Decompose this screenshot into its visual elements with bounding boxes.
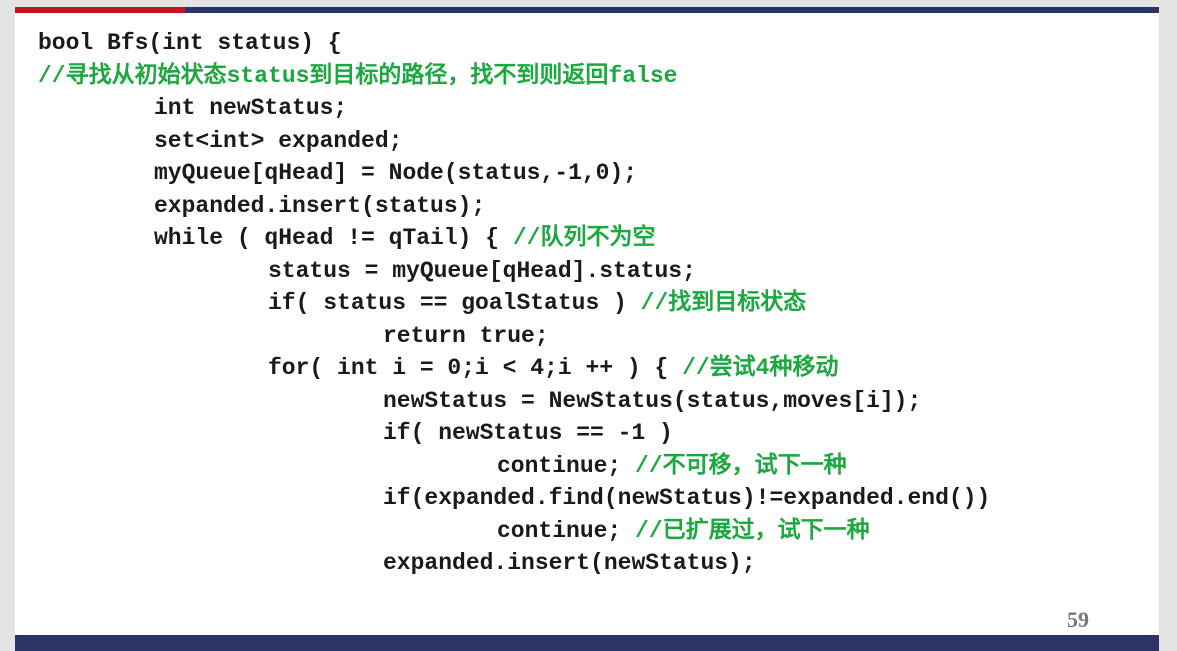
- code-line-16: continue; //已扩展过，试下一种: [38, 515, 990, 548]
- bottom-accent-bar: [15, 635, 1159, 651]
- code-line-15: if(expanded.find(newStatus)!=expanded.en…: [38, 482, 990, 515]
- code-text: status = myQueue[qHead].status;: [268, 257, 696, 284]
- code-line-2: //寻找从初始状态status到目标的路径，找不到则返回false: [38, 60, 990, 93]
- code-text: continue;: [497, 452, 636, 479]
- code-text: if( status == goalStatus ): [268, 290, 641, 316]
- code-text: for( int i = 0;i < 4;i ++ ) {: [268, 355, 683, 381]
- code-line-7: while ( qHead != qTail) { //队列不为空: [38, 222, 990, 255]
- code-line-12: newStatus = NewStatus(status,moves[i]);: [38, 385, 990, 418]
- code-text: myQueue[qHead] = Node(status,-1,0);: [154, 160, 638, 186]
- code-line-6: expanded.insert(status);: [38, 190, 990, 223]
- code-comment: //寻找从初始状态status到目标的路径，找不到则返回false: [38, 62, 678, 89]
- code-text: while ( qHead != qTail) {: [154, 225, 513, 251]
- code-text: bool Bfs(int status) {: [38, 30, 342, 56]
- code-text: expanded.insert(status);: [154, 192, 486, 219]
- code-line-5: myQueue[qHead] = Node(status,-1,0);: [38, 157, 990, 190]
- code-comment: //队列不为空: [512, 225, 656, 251]
- code-line-9: if( status == goalStatus ) //找到目标状态: [38, 287, 990, 320]
- code-text: newStatus = NewStatus(status,moves[i]);: [383, 387, 922, 414]
- code-listing: bool Bfs(int status) { //寻找从初始状态status到目…: [38, 27, 990, 580]
- code-comment: //已扩展过，试下一种: [635, 517, 870, 544]
- code-line-4: set<int> expanded;: [38, 125, 990, 158]
- slide: bool Bfs(int status) { //寻找从初始状态status到目…: [15, 7, 1159, 651]
- code-text: expanded.insert(newStatus);: [383, 550, 756, 576]
- page-number: 59: [1067, 607, 1089, 632]
- code-line-1: bool Bfs(int status) {: [38, 27, 990, 60]
- code-line-10: return true;: [38, 320, 990, 353]
- top-accent-bar-navy: [185, 7, 1159, 13]
- code-comment: //尝试4种移动: [682, 355, 839, 381]
- code-comment: //找到目标状态: [640, 290, 807, 316]
- code-line-13: if( newStatus == -1 ): [38, 417, 990, 450]
- code-text: if( newStatus == -1 ): [383, 420, 673, 446]
- code-text: if(expanded.find(newStatus)!=expanded.en…: [383, 485, 991, 511]
- code-text: int newStatus;: [154, 95, 348, 121]
- top-accent-bar-red: [15, 7, 185, 13]
- code-line-8: status = myQueue[qHead].status;: [38, 255, 990, 288]
- code-line-17: expanded.insert(newStatus);: [38, 547, 990, 580]
- code-line-3: int newStatus;: [38, 92, 990, 125]
- code-line-14: continue; //不可移，试下一种: [38, 450, 990, 483]
- code-text: set<int> expanded;: [154, 127, 403, 154]
- code-comment: //不可移，试下一种: [635, 452, 847, 479]
- code-text: continue;: [497, 517, 636, 544]
- code-text: return true;: [383, 322, 549, 349]
- code-line-11: for( int i = 0;i < 4;i ++ ) { //尝试4种移动: [38, 352, 990, 385]
